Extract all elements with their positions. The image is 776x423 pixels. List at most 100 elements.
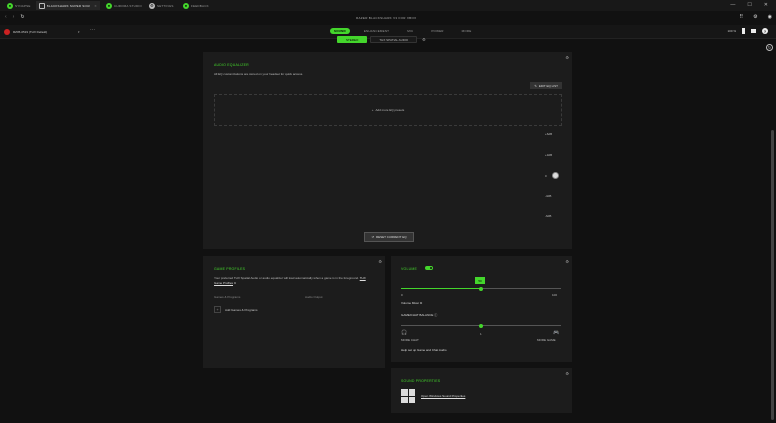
volume-value-bubble: 50 [475,277,485,284]
tab-power[interactable]: POWER [427,28,447,34]
tab-settings[interactable]: ⚙ SETTINGS [146,1,177,10]
volume-mixer-link[interactable]: Volume Mixer ⧉ [401,301,422,305]
forward-button[interactable]: › [13,14,15,20]
plus-icon: + [214,306,221,313]
db-label: 0 [545,174,547,178]
button-label: RESET CURRENT EQ [375,235,407,239]
gear-icon[interactable]: ⚙ [565,371,569,376]
add-eq-presets-area[interactable]: + Add more EQ presets [214,94,562,126]
more-options-icon[interactable]: ··· [90,27,95,33]
volume-max-label: 100 [552,293,558,297]
tab-label: SYNAPSE [15,3,31,8]
panel-title: AUDIO EQUALIZER [214,63,249,67]
maximize-button[interactable]: ☐ [747,2,751,8]
windows-sound-properties-link[interactable]: Open Windows Sound Properties [421,394,465,398]
balance-left-label: MORE CHAT [401,338,419,342]
settings-icon[interactable]: ⚙ [753,14,757,20]
audio-mode-tabs: STEREO THX SPATIAL AUDIO ⚙ [337,36,426,43]
gear-icon[interactable]: ⚙ [565,55,569,60]
tab-feedback[interactable]: ● FEEDBACK [180,1,212,10]
panel-description: Your preferred THX Spatial Audio or audi… [214,276,374,286]
audio-equalizer-panel: ⚙ AUDIO EQUALIZER All EQ customizations … [203,52,572,249]
add-games-button[interactable]: + Add Games & Programs [214,306,258,313]
button-label: EDIT EQ LIST [538,83,558,88]
balance-right-label: MORE GAME [537,338,556,342]
reload-icon[interactable]: ↻ [20,14,24,20]
reset-icon: ↺ [371,235,374,239]
reset-eq-button[interactable]: ↺ RESET CURRENT EQ [364,232,414,242]
device-icon [4,29,10,35]
title-bar: ● SYNAPSE BLACKSHARK SUPER SOUND ✕ ● CHR… [0,0,776,11]
back-button[interactable]: ‹ [5,14,7,20]
grid-icon[interactable]: ⠿ [739,14,743,20]
close-button[interactable]: ✕ [764,2,768,8]
db-label: +3dB [545,153,553,157]
column-header: Games & Programs [214,295,241,299]
sound-properties-panel: ⚙ SOUND PROPERTIES Open Windows Sound Pr… [391,368,572,413]
tab-sound[interactable]: SOUND [330,28,350,34]
nav-arrows: ‹ › ↻ [5,14,25,20]
device-name: RZ05-0519 (THX Default) [13,30,48,34]
tab-thx-spatial-audio[interactable]: THX SPATIAL AUDIO [370,36,418,43]
feedback-icon: ● [183,2,189,9]
tab-label: CHROMA STUDIO [114,3,142,8]
gear-icon[interactable]: ⚙ [422,37,426,42]
volume-slider-thumb[interactable] [479,286,483,291]
panel-description: All EQ customizations are stored on your… [214,72,304,76]
help-icon[interactable]: ? [762,28,768,34]
balance-slider-thumb[interactable] [479,323,483,328]
edit-eq-list-button[interactable]: ✎ EDIT EQ LIST [530,82,562,89]
gear-icon[interactable]: ⚙ [378,259,382,264]
description-text: Your preferred THX Spatial Audio or audi… [214,276,359,280]
info-icon: ⓘ [434,313,438,317]
section-tabs: SOUND ENHANCEMENT MIC POWER MORE [330,28,475,34]
nav-row: ‹ › ↻ RAZER BLACKSHARK V3 FOR XBOX ⠿ ⚙ ◉ [0,11,776,25]
battery-icon [742,28,745,34]
gear-icon: ⚙ [149,2,155,9]
balance-title: GAME/CHAT BALANCE ⓘ [401,313,437,317]
headset-icon: 🎧 [401,330,408,336]
chat-audio-help-link[interactable]: Help set up Game and Chat Audio [401,348,447,352]
tab-enhancement[interactable]: ENHANCEMENT [360,28,393,34]
eq-level-knob[interactable] [552,172,559,179]
gear-icon[interactable]: ⚙ [565,259,569,264]
game-profiles-panel: ⚙ GAME PROFILES Your preferred THX Spati… [203,256,385,368]
battery-label: 100 % [727,29,736,33]
chroma-icon: ● [106,2,112,9]
device-status: 100 % ? [727,28,768,34]
tab-label: SETTINGS [157,3,174,8]
device-selector[interactable]: RZ05-0519 (THX Default) ▾ [4,28,84,36]
tab-label: BLACKSHARK SUPER SOUND [46,3,91,8]
minimize-button[interactable]: — [730,2,735,8]
connection-icon [751,29,756,33]
tab-stereo[interactable]: STEREO [337,36,368,43]
tab-mic[interactable]: MIC [403,28,417,34]
scrollbar-thumb[interactable] [771,130,774,420]
volume-toggle[interactable] [425,266,433,270]
db-label: +6dB [545,132,553,136]
presets-label: Add more EQ presets [375,108,405,112]
pencil-icon: ✎ [534,83,537,88]
tab-blackshark[interactable]: BLACKSHARK SUPER SOUND ✕ [36,1,100,10]
tab-label: FEEDBACK [191,3,209,8]
panel-title: SOUND PROPERTIES [401,379,441,383]
panel-title: VOLUME [401,267,417,271]
nav-right-icons: ⠿ ⚙ ◉ [739,14,772,20]
app-title: RAZER BLACKSHARK V3 FOR XBOX [356,16,417,20]
balance-title-text: GAME/CHAT BALANCE [401,313,434,317]
profile-icon[interactable]: ◉ [768,14,772,20]
link-text: Volume Mixer [401,301,420,305]
close-tab-icon[interactable]: ✕ [94,4,97,8]
external-link-icon: ⧉ [233,281,237,285]
scrollbar[interactable] [771,40,774,420]
app-icon [39,2,45,9]
column-header: Audio Output [305,295,323,299]
tab-more[interactable]: MORE [458,28,476,34]
balance-mid-label: 1 [480,332,482,336]
plus-icon: + [371,108,374,112]
tab-chroma-studio[interactable]: ● CHROMA STUDIO [103,1,145,10]
tab-synapse[interactable]: ● SYNAPSE [4,1,34,10]
volume-panel: ⚙ VOLUME 50 0 100 Volume Mixer ⧉ GAME/CH… [391,256,572,362]
windows-icon [401,389,415,403]
volume-min-label: 0 [401,293,403,297]
